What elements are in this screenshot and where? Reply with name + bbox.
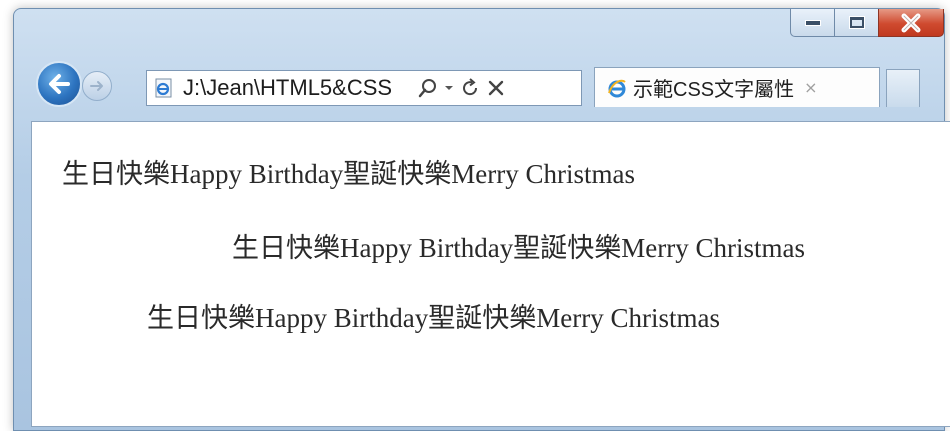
page-content: 生日快樂Happy Birthday聖誕快樂Merry Christmas 生日… — [31, 121, 950, 427]
dropdown-arrow-icon[interactable] — [441, 73, 457, 103]
forward-button[interactable] — [82, 71, 112, 101]
search-icon[interactable] — [415, 73, 441, 103]
forward-arrow-icon — [90, 81, 103, 91]
refresh-icon[interactable] — [457, 73, 483, 103]
minimize-button[interactable] — [790, 9, 834, 37]
close-button[interactable] — [878, 9, 944, 37]
stop-icon[interactable] — [483, 73, 509, 103]
text-line-left: 生日快樂Happy Birthday聖誕快樂Merry Christmas — [62, 159, 635, 189]
window-controls — [790, 9, 944, 43]
text-line-center: 生日快樂Happy Birthday聖誕快樂Merry Christmas — [147, 303, 720, 333]
back-button[interactable] — [36, 61, 82, 107]
tab-close-icon[interactable]: × — [804, 78, 817, 97]
new-tab-button[interactable] — [886, 69, 920, 107]
minimize-icon — [804, 19, 821, 26]
maximize-button[interactable] — [834, 9, 878, 37]
ie-logo-icon — [605, 76, 629, 100]
browser-tab[interactable]: 示範CSS文字屬性 × — [594, 67, 880, 107]
maximize-icon — [848, 16, 865, 29]
back-arrow-icon — [49, 74, 70, 94]
address-bar[interactable]: J:\Jean\HTML5&CSS — [146, 70, 582, 106]
navigation-bar: J:\Jean\HTML5&CSS 示範CSS文字屬性 × — [14, 59, 944, 111]
close-icon — [901, 13, 921, 32]
browser-window: J:\Jean\HTML5&CSS 示範CSS文字屬性 × 生日快樂Happy … — [13, 8, 950, 431]
tab-title: 示範CSS文字屬性 — [633, 79, 795, 101]
address-url[interactable]: J:\Jean\HTML5&CSS — [183, 75, 415, 101]
text-line-right: 生日快樂Happy Birthday聖誕快樂Merry Christmas — [232, 233, 805, 263]
page-icon — [153, 77, 175, 99]
